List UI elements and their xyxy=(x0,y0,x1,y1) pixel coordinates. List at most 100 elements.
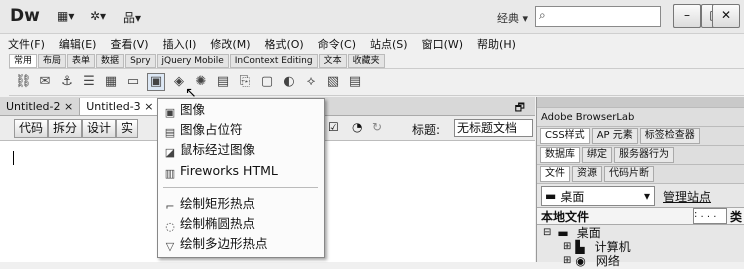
code-view-button[interactable]: 代码 xyxy=(14,118,49,138)
menu-item-image[interactable]: ▣ 图像 xyxy=(158,100,324,120)
menu-item-label: 鼠标经过图像 xyxy=(180,142,256,157)
panel-title: Adobe BrowserLab xyxy=(541,111,635,123)
menu-help[interactable]: 帮助(H) xyxy=(477,36,516,52)
type-column-header[interactable]: 类 xyxy=(730,208,742,225)
menu-file[interactable]: 文件(F) xyxy=(8,36,45,52)
menu-site[interactable]: 站点(S) xyxy=(370,36,408,52)
live-view-button[interactable]: 实 xyxy=(116,118,139,138)
tab-untitled-3[interactable]: Untitled-3 × xyxy=(80,97,161,115)
tab-ap-elements[interactable]: AP 元素 xyxy=(591,128,638,144)
menu-window[interactable]: 窗口(W) xyxy=(422,36,463,52)
check-page-icon[interactable]: ☑ xyxy=(328,120,339,134)
refresh-icon[interactable]: ↻ xyxy=(372,120,382,134)
tab-assets[interactable]: 资源 xyxy=(572,166,602,182)
minimize-button[interactable]: – xyxy=(673,4,701,28)
polygon-hotspot-icon: ▽ xyxy=(165,240,175,253)
named-anchor-icon[interactable]: ⚓ xyxy=(59,74,75,90)
site-tree-icon[interactable]: 品▾ xyxy=(123,9,141,25)
comment-icon[interactable]: ▢ xyxy=(259,74,275,90)
tab-tag-inspector[interactable]: 标签检查器 xyxy=(639,128,700,144)
image-icon: ▣ xyxy=(164,106,176,119)
menu-item-label: 绘制多边形热点 xyxy=(180,236,268,251)
tag-chooser-icon[interactable]: ▤ xyxy=(347,74,363,90)
preview-browser-icon[interactable]: ◔ xyxy=(352,120,362,134)
close-icon[interactable]: × xyxy=(144,100,153,113)
local-files-header[interactable]: 本地文件 xyxy=(541,208,589,225)
menu-item-oval-hotspot[interactable]: ◌ 绘制椭圆热点 xyxy=(158,214,324,234)
split-view-button[interactable]: 拆分 xyxy=(48,118,83,138)
table-icon[interactable]: ▦ xyxy=(103,74,119,90)
menu-item-fireworks-html[interactable]: ▥ Fireworks HTML xyxy=(158,161,324,181)
insert-category-tabs: 常用 布局 表单 数据 Spry jQuery Mobile InContext… xyxy=(9,54,386,68)
tab-jquery-mobile[interactable]: jQuery Mobile xyxy=(156,54,229,68)
image-dropdown-menu: ▣ 图像 ▤ 图像占位符 ◪ 鼠标经过图像 ▥ Fireworks HTML ⌐ 绘制矩形… xyxy=(157,98,325,258)
tab-favorites[interactable]: 收藏夹 xyxy=(347,54,385,68)
tab-bindings[interactable]: 绑定 xyxy=(582,147,612,163)
menu-item-rollover-image[interactable]: ◪ 鼠标经过图像 xyxy=(158,140,324,160)
hyperlink-icon[interactable]: ⛓ xyxy=(15,74,32,90)
tab-spry[interactable]: Spry xyxy=(125,54,156,68)
templates-icon[interactable]: ▧ xyxy=(325,74,341,90)
manage-sites-link[interactable]: 管理站点 xyxy=(663,188,711,205)
tab-snippets[interactable]: 代码片断 xyxy=(604,166,654,182)
tab-untitled-2[interactable]: Untitled-2 × xyxy=(0,97,81,115)
email-link-icon[interactable]: ✉ xyxy=(37,74,53,90)
design-view-button[interactable]: 设计 xyxy=(82,118,117,138)
menu-commands[interactable]: 命令(C) xyxy=(318,36,356,52)
app-logo: Dw xyxy=(10,6,40,26)
tab-css-styles[interactable]: CSS样式 xyxy=(540,128,590,144)
doc-tab-label: Untitled-3 xyxy=(86,99,141,113)
workspace-switcher[interactable]: 经典 ▾ xyxy=(497,10,528,26)
title-label: 标题: xyxy=(412,123,441,137)
image-placeholder-icon: ▤ xyxy=(164,126,176,139)
expand-icon[interactable]: ⊞ xyxy=(563,255,571,266)
chevron-down-icon: ▾ xyxy=(643,189,650,203)
tab-incontext-editing[interactable]: InContext Editing xyxy=(229,54,318,68)
tab-layout[interactable]: 布局 xyxy=(38,54,67,68)
menu-item-label: 图像占位符 xyxy=(180,122,243,137)
menu-edit[interactable]: 编辑(E) xyxy=(59,36,97,52)
title-bar: Dw ▦▾ ✲▾ 品▾ 经典 ▾ ⌕ – xyxy=(0,0,744,34)
column-resize-handle[interactable]: : . . . xyxy=(693,208,727,224)
menu-item-image-placeholder[interactable]: ▤ 图像占位符 xyxy=(158,120,324,140)
tab-data[interactable]: 数据 xyxy=(96,54,125,68)
horizontal-rule-icon[interactable]: ☰ xyxy=(81,74,97,90)
extend-gear-icon[interactable]: ✲▾ xyxy=(90,9,106,23)
panel-collapse-bar[interactable] xyxy=(537,97,744,108)
document-title-input[interactable]: 无标题文档 xyxy=(454,119,533,137)
menu-view[interactable]: 查看(V) xyxy=(110,36,148,52)
panel-css: CSS样式 AP 元素 标签检查器 xyxy=(537,127,744,146)
expand-icon[interactable]: ⊞ xyxy=(563,241,571,252)
menu-insert[interactable]: 插入(I) xyxy=(163,36,197,52)
collapse-icon[interactable]: ⊟ xyxy=(543,227,551,238)
site-select[interactable]: ▬ 桌面 ▾ xyxy=(541,186,655,206)
menu-item-rect-hotspot[interactable]: ⌐ 绘制矩形热点 xyxy=(158,194,324,214)
workspace-label: 经典 xyxy=(497,12,519,25)
layout-menu-icon[interactable]: ▦▾ xyxy=(57,9,74,23)
panel-browserlab[interactable]: Adobe BrowserLab xyxy=(537,108,744,127)
server-include-icon[interactable]: ⎘ xyxy=(237,74,253,90)
head-icon[interactable]: ◐ xyxy=(281,74,297,90)
div-icon[interactable]: ▭ xyxy=(125,74,141,90)
tab-text[interactable]: 文本 xyxy=(318,54,347,68)
panel-files: 文件 资源 代码片断 xyxy=(537,165,744,184)
menu-item-polygon-hotspot[interactable]: ▽ 绘制多边形热点 xyxy=(158,234,324,254)
menu-format[interactable]: 格式(O) xyxy=(264,36,303,52)
close-window-button[interactable]: ✕ xyxy=(712,4,740,28)
tab-common[interactable]: 常用 xyxy=(9,54,38,68)
oval-hotspot-icon: ◌ xyxy=(165,220,175,233)
help-search-input[interactable]: ⌕ xyxy=(535,6,661,27)
tab-server-behaviors[interactable]: 服务器行为 xyxy=(614,147,674,163)
script-icon[interactable]: ⟡ xyxy=(303,74,319,90)
site-select-value: 桌面 xyxy=(560,189,585,204)
rollover-image-icon: ◪ xyxy=(164,146,176,159)
tab-files[interactable]: 文件 xyxy=(540,166,570,182)
tree-item-network[interactable]: ⊞ ◉ 网络 xyxy=(563,252,620,269)
tab-databases[interactable]: 数据库 xyxy=(540,147,580,163)
network-icon: ◉ xyxy=(575,253,586,268)
close-icon[interactable]: × xyxy=(64,100,73,113)
date-icon[interactable]: ▤ xyxy=(215,74,231,90)
image-dropdown-icon[interactable]: ▣ xyxy=(147,73,165,91)
tab-forms[interactable]: 表单 xyxy=(67,54,96,68)
menu-modify[interactable]: 修改(M) xyxy=(210,36,250,52)
